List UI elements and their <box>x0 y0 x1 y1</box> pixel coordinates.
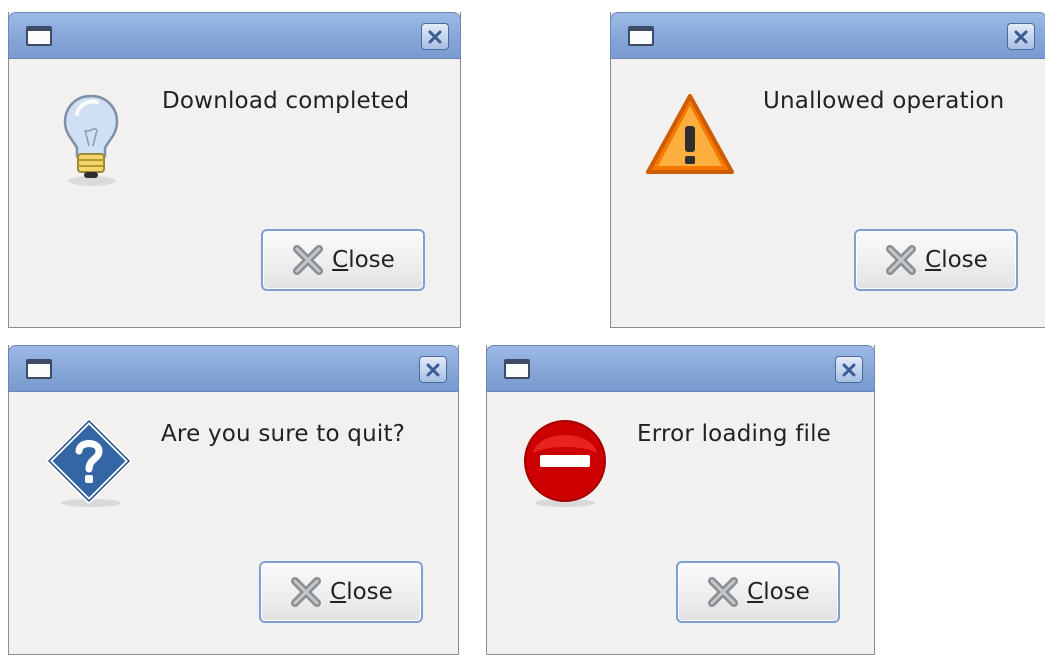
question-dialog: Are you sure to quit? Close <box>8 345 459 655</box>
close-window-button[interactable] <box>835 356 863 383</box>
error-dialog: Error loading file Close <box>486 345 875 655</box>
message-text: Error loading file <box>637 421 832 447</box>
close-icon <box>426 363 440 376</box>
warning-dialog: Unallowed operation Close <box>610 12 1045 328</box>
close-button[interactable]: Close <box>259 561 423 623</box>
close-icon <box>842 363 856 376</box>
close-icon <box>886 245 917 275</box>
close-window-button[interactable] <box>1007 23 1035 50</box>
window-menu-icon[interactable] <box>504 359 530 379</box>
close-window-button[interactable] <box>421 23 449 50</box>
close-icon <box>293 245 324 275</box>
button-label: Close <box>925 247 988 273</box>
close-icon <box>428 30 442 43</box>
info-dialog: Download completed Close <box>8 12 461 328</box>
close-button[interactable]: Close <box>676 561 840 623</box>
close-window-button[interactable] <box>419 356 447 383</box>
close-icon <box>291 577 322 607</box>
title-bar[interactable] <box>8 12 461 59</box>
lightbulb-icon <box>63 94 119 186</box>
warning-icon <box>646 94 734 174</box>
button-label: Close <box>747 579 810 605</box>
message-text: Download completed <box>162 88 410 114</box>
error-icon <box>524 420 606 507</box>
close-icon <box>1014 30 1028 43</box>
button-label: Close <box>332 247 395 273</box>
title-bar[interactable] <box>8 345 459 392</box>
question-icon <box>46 418 132 507</box>
close-button[interactable]: Close <box>261 229 425 291</box>
close-icon <box>708 577 739 607</box>
window-menu-icon[interactable] <box>26 26 52 46</box>
button-label: Close <box>330 579 393 605</box>
window-menu-icon[interactable] <box>26 359 52 379</box>
message-text: Unallowed operation <box>763 88 1005 114</box>
window-menu-icon[interactable] <box>628 26 654 46</box>
close-button[interactable]: Close <box>854 229 1018 291</box>
title-bar[interactable] <box>610 12 1045 59</box>
message-text: Are you sure to quit? <box>161 421 406 447</box>
title-bar[interactable] <box>486 345 875 392</box>
